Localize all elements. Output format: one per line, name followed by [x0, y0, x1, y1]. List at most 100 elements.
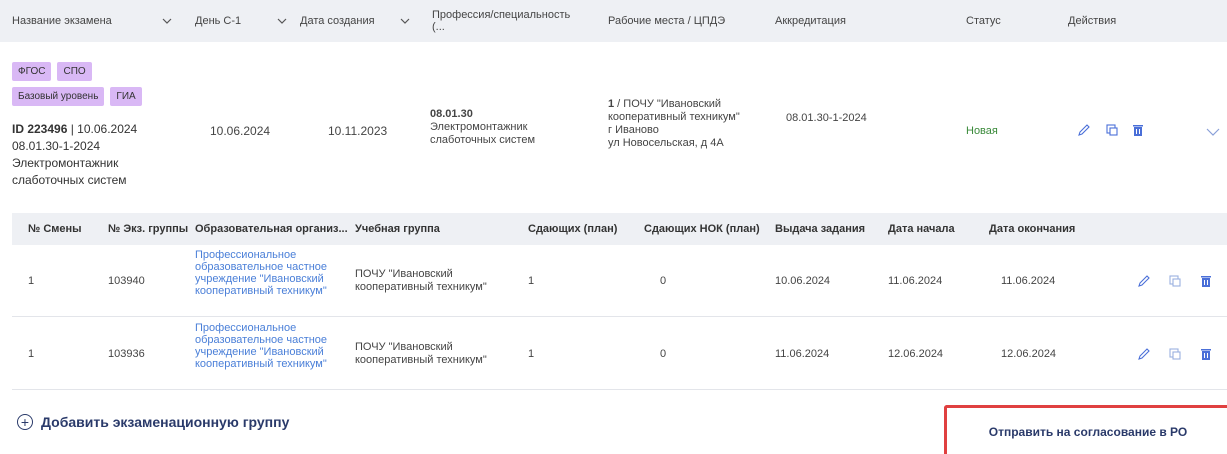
column-shift[interactable]: № Смены: [28, 213, 82, 245]
exam-code: 08.01.30-1-2024: [12, 139, 101, 153]
column-study-group[interactable]: Учебная группа: [355, 213, 440, 245]
org-line2: образовательное частное: [195, 261, 328, 273]
column-actions-label: Действия: [1068, 15, 1117, 27]
column-profession[interactable]: Профессия/специальность (...: [432, 0, 582, 42]
column-issue[interactable]: Выдача задания: [775, 213, 865, 245]
column-planned[interactable]: Сдающих (план): [528, 213, 617, 245]
column-workplaces[interactable]: Рабочие места / ЦПДЭ: [608, 0, 758, 42]
exam-day-c1: 10.06.2024: [210, 124, 271, 138]
column-accreditation-label: Аккредитация: [775, 15, 846, 27]
pencil-icon[interactable]: [1137, 347, 1151, 361]
group-start-date: 12.06.2024: [888, 348, 944, 360]
group-planned-nok: 0: [660, 275, 667, 287]
group-issue-date: 11.06.2024: [775, 348, 830, 360]
column-org[interactable]: Образовательная организ...: [195, 213, 348, 245]
profession-line2: слаботочных систем: [430, 134, 536, 146]
org-line3: учреждение "Ивановский: [195, 273, 324, 285]
copy-icon[interactable]: [1105, 123, 1119, 137]
chevron-down-icon[interactable]: [400, 16, 410, 26]
pencil-icon[interactable]: [1137, 274, 1151, 288]
group-planned: 1: [528, 275, 535, 287]
exam-id: ID 223496: [12, 122, 68, 136]
org-line4: кооперативный техникум": [195, 285, 327, 297]
group-exam-number: 103936: [108, 348, 145, 360]
add-exam-group-label: Добавить экзаменационную группу: [41, 414, 290, 430]
exam-name-line2: слаботочных систем: [12, 173, 127, 187]
study-line2: кооперативный техникум": [355, 281, 487, 293]
exam-badges: ФГОС СПО Базовый уровень ГИА: [12, 62, 142, 112]
workplace-line1: / ПОЧУ "Ивановский: [614, 98, 722, 110]
column-accreditation[interactable]: Аккредитация: [775, 0, 895, 42]
group-exam-number: 103940: [108, 275, 145, 287]
column-profession-label: Профессия/специальность (...: [432, 9, 571, 33]
column-status-label: Статус: [966, 15, 1001, 27]
column-created[interactable]: Дата создания: [300, 0, 410, 42]
group-end-date: 12.06.2024: [1001, 348, 1057, 360]
column-start[interactable]: Дата начала: [888, 213, 955, 245]
exam-identity: ID 223496 | 10.06.2024 08.01.30-1-2024 Э…: [12, 121, 182, 189]
chevron-down-icon[interactable]: [277, 16, 287, 26]
group-shift: 1: [28, 275, 35, 287]
plus-circle-icon: +: [17, 414, 33, 430]
column-status[interactable]: Статус: [966, 0, 1036, 42]
trash-icon[interactable]: [1199, 347, 1213, 361]
group-start-date: 11.06.2024: [888, 275, 943, 287]
exam-name-line1: Электромонтажник: [12, 156, 119, 170]
group-planned-nok: 0: [660, 348, 667, 360]
status-badge: Новая: [966, 125, 998, 137]
study-line1: ПОЧУ "Ивановский: [355, 268, 453, 280]
column-end[interactable]: Дата окончания: [989, 213, 1075, 245]
badge-gia: ГИА: [110, 87, 142, 106]
column-day-c1[interactable]: День С-1: [195, 0, 287, 42]
column-created-label: Дата создания: [300, 15, 375, 27]
org-line2: образовательное частное: [195, 334, 328, 346]
column-exam-name[interactable]: Название экзамена: [12, 0, 180, 42]
exam-accreditation: 08.01.30-1-2024: [786, 112, 867, 124]
org-line3: учреждение "Ивановский: [195, 346, 324, 358]
column-exam-name-label: Название экзамена: [12, 15, 112, 27]
exam-table-header: Название экзамена День С-1 Дата создания…: [0, 0, 1227, 42]
workplace-line3: г Иваново: [608, 124, 659, 136]
group-org-link[interactable]: Профессиональное образовательное частное…: [195, 322, 327, 370]
group-org-link[interactable]: Профессиональное образовательное частное…: [195, 249, 327, 297]
profession-code: 08.01.30: [430, 108, 473, 120]
group-study-group: ПОЧУ "Ивановский кооперативный техникум": [355, 341, 487, 367]
org-line1: Профессиональное: [195, 322, 297, 334]
column-actions: Действия: [1068, 0, 1148, 42]
group-planned: 1: [528, 348, 535, 360]
org-line4: кооперативный техникум": [195, 358, 327, 370]
group-issue-date: 10.06.2024: [775, 275, 831, 287]
exam-row[interactable]: ФГОС СПО Базовый уровень ГИА ID 223496 |…: [0, 52, 1227, 198]
table-row[interactable]: 1 103936 Профессиональное образовательно…: [12, 318, 1227, 390]
trash-icon[interactable]: [1199, 274, 1213, 288]
chevron-down-icon[interactable]: [1206, 125, 1220, 139]
badge-spo: СПО: [57, 62, 92, 81]
add-exam-group-button[interactable]: + Добавить экзаменационную группу: [17, 414, 289, 430]
copy-icon[interactable]: [1168, 347, 1182, 361]
send-for-approval-button[interactable]: Отправить на согласование в РО: [952, 414, 1224, 450]
profession-line1: Электромонтажник: [430, 121, 528, 133]
org-line1: Профессиональное: [195, 249, 297, 261]
group-study-group: ПОЧУ "Ивановский кооперативный техникум": [355, 268, 487, 294]
exam-created: 10.11.2023: [328, 124, 388, 138]
pencil-icon[interactable]: [1077, 123, 1091, 137]
study-line1: ПОЧУ "Ивановский: [355, 341, 453, 353]
exam-profession: 08.01.30 Электромонтажник слаботочных си…: [430, 108, 535, 147]
column-planned-nok[interactable]: Сдающих НОК (план): [644, 213, 760, 245]
chevron-down-icon[interactable]: [162, 16, 172, 26]
workplace-line2: кооперативный техникум": [608, 111, 740, 123]
group-shift: 1: [28, 348, 35, 360]
workplace-line4: ул Новосельская, д 4А: [608, 137, 724, 149]
study-line2: кооперативный техникум": [355, 354, 487, 366]
exam-date: | 10.06.2024: [67, 122, 138, 136]
badge-base-level: Базовый уровень: [12, 87, 105, 106]
exam-workplaces: 1 / ПОЧУ "Ивановский кооперативный техни…: [608, 98, 740, 150]
badge-fgos: ФГОС: [12, 62, 52, 81]
column-day-c1-label: День С-1: [195, 15, 242, 27]
column-workplaces-label: Рабочие места / ЦПДЭ: [608, 15, 726, 27]
trash-icon[interactable]: [1131, 123, 1145, 137]
table-row[interactable]: 1 103940 Профессиональное образовательно…: [12, 245, 1227, 317]
group-end-date: 11.06.2024: [1001, 275, 1056, 287]
column-exam-group[interactable]: № Экз. группы: [108, 213, 188, 245]
copy-icon[interactable]: [1168, 274, 1182, 288]
